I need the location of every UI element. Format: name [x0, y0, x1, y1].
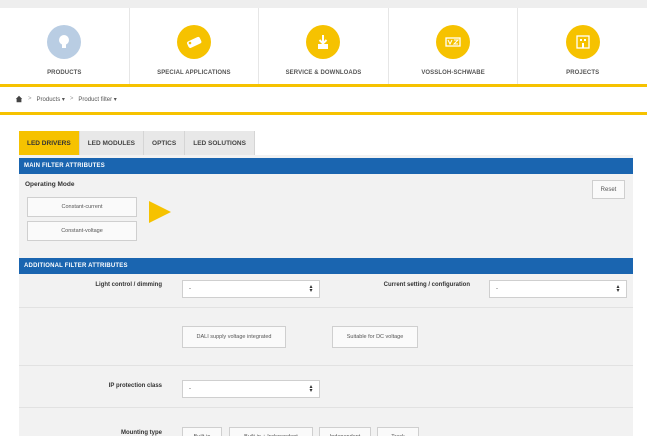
- nav-divider: [0, 84, 647, 87]
- reset-button[interactable]: Reset: [592, 180, 625, 199]
- breadcrumb: > Products ▾ > Product filter ▾: [15, 92, 117, 106]
- suitable-dc-voltage-button[interactable]: Suitable for DC voltage: [332, 326, 418, 348]
- row-divider: [19, 365, 633, 366]
- building-icon: [565, 25, 600, 59]
- light-control-label: Light control / dimming: [95, 282, 162, 288]
- row-divider: [19, 407, 633, 408]
- lightbulb-icon: [47, 25, 82, 59]
- select-caret-icon: ▴ ▾: [616, 284, 620, 294]
- breadcrumb-product-filter[interactable]: Product filter ▾: [78, 96, 116, 103]
- vs-logo-icon: [436, 25, 471, 59]
- constant-voltage-button[interactable]: Constant-voltage: [27, 221, 137, 241]
- current-setting-label: Current setting / configuration: [383, 282, 470, 288]
- ip-protection-select[interactable]: - ▴ ▾: [182, 380, 320, 398]
- nav-label: SERVICE & DOWNLOADS: [285, 70, 362, 76]
- light-control-value: -: [189, 286, 191, 292]
- mounting-independent-button[interactable]: Independent: [319, 427, 371, 436]
- product-category-tabs: LED DRIVERS LED MODULES OPTICS LED SOLUT…: [19, 131, 255, 155]
- light-control-select[interactable]: - ▴ ▾: [182, 280, 320, 298]
- operating-mode-label: Operating Mode: [25, 181, 75, 188]
- nav-label: SPECIAL APPLICATIONS: [157, 70, 231, 76]
- breadcrumb-separator: >: [28, 96, 32, 102]
- nav-item-special-applications[interactable]: SPECIAL APPLICATIONS: [130, 8, 260, 84]
- main-navigation: PRODUCTS SPECIAL APPLICATIONS SERVICE & …: [0, 0, 647, 84]
- mounting-built-in-independent-button[interactable]: Built-in + Independent: [229, 427, 313, 436]
- tab-led-drivers[interactable]: LED DRIVERS: [19, 131, 80, 155]
- ip-protection-value: -: [189, 386, 191, 392]
- mounting-track-button[interactable]: Track: [377, 427, 419, 436]
- mounting-built-in-button[interactable]: Built-in: [182, 427, 222, 436]
- row-divider: [19, 307, 633, 308]
- tag-icon: [176, 25, 211, 59]
- dali-supply-voltage-button[interactable]: DALI supply voltage integrated: [182, 326, 286, 348]
- tab-led-modules[interactable]: LED MODULES: [79, 131, 145, 155]
- breadcrumb-products[interactable]: Products ▾: [37, 96, 65, 103]
- play-arrow-icon: [149, 201, 171, 223]
- constant-current-button[interactable]: Constant-current: [27, 197, 137, 217]
- home-icon[interactable]: [15, 95, 23, 103]
- select-caret-icon: ▴ ▾: [309, 384, 313, 394]
- nav-item-vossloh-schwabe[interactable]: VOSSLOH-SCHWABE: [389, 8, 519, 84]
- nav-label: PRODUCTS: [47, 70, 82, 76]
- nav-label: PROJECTS: [566, 70, 600, 76]
- nav-item-service-downloads[interactable]: SERVICE & DOWNLOADS: [259, 8, 389, 84]
- select-caret-icon: ▴ ▾: [309, 284, 313, 294]
- nav-item-products[interactable]: PRODUCTS: [0, 8, 130, 84]
- additional-filter-header: ADDITIONAL FILTER ATTRIBUTES: [19, 258, 633, 274]
- download-icon: [306, 25, 341, 59]
- breadcrumb-divider: [0, 112, 647, 115]
- nav-item-projects[interactable]: PROJECTS: [518, 8, 647, 84]
- tab-optics[interactable]: OPTICS: [144, 131, 186, 155]
- tab-led-solutions[interactable]: LED SOLUTIONS: [185, 131, 255, 155]
- breadcrumb-separator: >: [69, 96, 74, 102]
- filter-panel: MAIN FILTER ATTRIBUTES Operating Mode Co…: [19, 155, 633, 436]
- current-setting-value: -: [496, 286, 498, 292]
- ip-protection-label: IP protection class: [108, 383, 162, 389]
- main-filter-header: MAIN FILTER ATTRIBUTES: [19, 158, 633, 174]
- nav-label: VOSSLOH-SCHWABE: [421, 70, 485, 76]
- mounting-type-label: Mounting type: [121, 430, 162, 436]
- current-setting-select[interactable]: - ▴ ▾: [489, 280, 627, 298]
